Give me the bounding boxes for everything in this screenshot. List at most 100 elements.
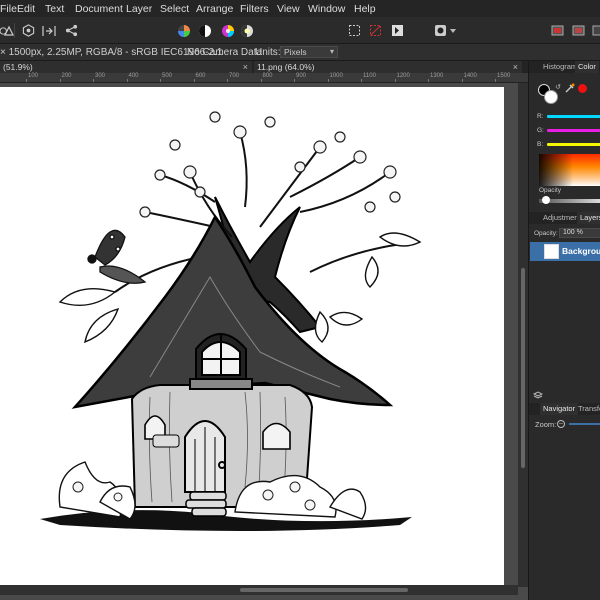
export-persona-icon[interactable]: [40, 22, 57, 39]
context-toolbar: × 1500px, 2.25MP, RGBA/8 - sRGB IEC61966…: [0, 44, 600, 61]
no-color-icon[interactable]: [578, 84, 587, 93]
ruler-tick-mark: [428, 79, 429, 82]
ruler-tick-mark: [59, 79, 61, 82]
layer-opacity-value: 100 %: [563, 229, 583, 236]
menu-filters[interactable]: Filters: [240, 3, 269, 15]
ruler-tick-label: 500: [162, 73, 173, 79]
mask-icon[interactable]: [432, 22, 449, 39]
white-balance-icon[interactable]: [175, 22, 192, 39]
menu-bar: File Edit Text Document Layer Select Arr…: [0, 0, 600, 17]
hsl-icon[interactable]: [219, 22, 236, 39]
doc-tab-2-label: 11.png (64.0%): [257, 62, 315, 72]
toolbar: [0, 17, 600, 44]
marquee-icon[interactable]: [346, 22, 363, 39]
units-label: Units:: [255, 47, 281, 58]
menu-document[interactable]: Document: [75, 3, 123, 15]
ruler-tick-label: 300: [95, 73, 106, 79]
menu-window[interactable]: Window: [308, 3, 345, 15]
ruler-tick-mark: [461, 79, 463, 82]
snapping-icon[interactable]: [549, 22, 566, 39]
ruler-tick-label: 900: [296, 73, 307, 79]
ruler-tick-mark: [227, 79, 228, 82]
eyedropper-icon[interactable]: [565, 83, 575, 93]
menu-help[interactable]: Help: [354, 3, 376, 15]
menu-edit[interactable]: Edit: [17, 3, 35, 15]
ruler-tick-label: 1400: [463, 73, 477, 79]
layer-opacity-label: Opacity:: [534, 230, 558, 237]
canvas-area[interactable]: [0, 83, 528, 600]
layer-row-background[interactable]: Background: [530, 242, 600, 261]
assistant-icon[interactable]: [570, 22, 587, 39]
ruler-tick-mark: [126, 79, 128, 82]
opacity-slider-knob[interactable]: [542, 196, 550, 204]
ruler-tick-mark: [361, 79, 362, 82]
ruler-tick-label: 700: [229, 73, 240, 79]
swap-colors-icon[interactable]: ↺: [555, 83, 561, 91]
menu-view[interactable]: View: [277, 3, 300, 15]
settings-icon[interactable]: [590, 22, 600, 39]
color-picker-field[interactable]: [539, 154, 600, 186]
document-tabs: (51.9%) × 11.png (64.0%) ×: [0, 61, 528, 73]
close-icon[interactable]: ×: [513, 61, 518, 73]
persona-photo-icon[interactable]: [0, 22, 8, 39]
tab-navigator[interactable]: Navigator: [540, 403, 579, 415]
layer-opacity-field[interactable]: 100 %: [559, 228, 600, 238]
menu-file[interactable]: File: [0, 3, 17, 15]
ruler-tick-label: 1300: [430, 73, 444, 79]
scroll-thumb[interactable]: [521, 268, 525, 468]
right-panel: Histogram Color ↺ R: G: B: Opacity Adjus…: [528, 61, 600, 600]
close-icon[interactable]: ×: [243, 61, 248, 73]
menu-text[interactable]: Text: [45, 3, 64, 15]
layer-thumbnail: [544, 244, 559, 259]
tab-transform[interactable]: Transform: [575, 403, 600, 415]
g-label: G:: [537, 127, 544, 134]
r-label: R:: [537, 113, 544, 120]
levels-icon[interactable]: [196, 22, 213, 39]
zoom-slider[interactable]: [569, 423, 600, 425]
ruler-tick-mark: [495, 79, 496, 82]
horizontal-scrollbar[interactable]: [0, 585, 518, 595]
ruler-tick-label: 1000: [329, 73, 343, 79]
ruler-tick-label: 1500: [497, 73, 511, 79]
ruler-tick-mark: [394, 79, 396, 82]
zoom-out-icon[interactable]: –: [557, 420, 565, 428]
doc-tab-1[interactable]: (51.9%) ×: [0, 61, 252, 73]
menu-select[interactable]: Select: [160, 3, 189, 15]
ruler-tick-mark: [294, 79, 295, 82]
menu-arrange[interactable]: Arrange: [196, 3, 233, 15]
document-canvas[interactable]: [0, 87, 504, 590]
ruler-tick-mark: [260, 79, 262, 82]
secondary-color-well[interactable]: [544, 90, 558, 104]
camera-info: No Camera Data: [187, 47, 263, 58]
r-slider[interactable]: [547, 115, 600, 118]
units-dropdown[interactable]: Pixels: [280, 46, 338, 58]
ruler-tick-mark: [160, 79, 161, 82]
zoom-label: Zoom:: [535, 420, 557, 429]
menu-layer[interactable]: Layer: [126, 3, 152, 15]
units-value: Pixels: [284, 47, 307, 57]
ruler-tick-label: 1100: [363, 73, 376, 79]
g-slider[interactable]: [547, 129, 600, 132]
tab-layers[interactable]: Layers: [577, 212, 600, 224]
deselect-icon[interactable]: [367, 22, 384, 39]
doc-tab-2[interactable]: 11.png (64.0%) ×: [254, 61, 522, 73]
share-icon[interactable]: [63, 22, 80, 39]
ruler-tick-label: 1200: [396, 73, 410, 79]
ruler-tick-label: 200: [61, 73, 72, 79]
opacity-label: Opacity: [539, 187, 562, 194]
tab-color[interactable]: Color: [575, 61, 599, 73]
color-balance-icon[interactable]: [238, 22, 255, 39]
scroll-thumb[interactable]: [240, 588, 408, 592]
layers-stack-icon[interactable]: [532, 390, 544, 400]
vertical-scrollbar[interactable]: [518, 83, 528, 587]
layer-name: Background: [562, 246, 600, 256]
flip-icon[interactable]: [389, 22, 406, 39]
chevron-down-icon[interactable]: [448, 22, 458, 39]
toolbar-divider: [14, 23, 15, 38]
ruler-tick-mark: [193, 79, 195, 82]
fairy-house-illustration: [40, 111, 422, 531]
color-panel-tabs: Histogram Color: [529, 61, 600, 73]
layers-panel-tabs: Adjustment Layers: [529, 212, 600, 224]
hexagon-icon[interactable]: [20, 22, 37, 39]
b-slider[interactable]: [547, 143, 600, 146]
